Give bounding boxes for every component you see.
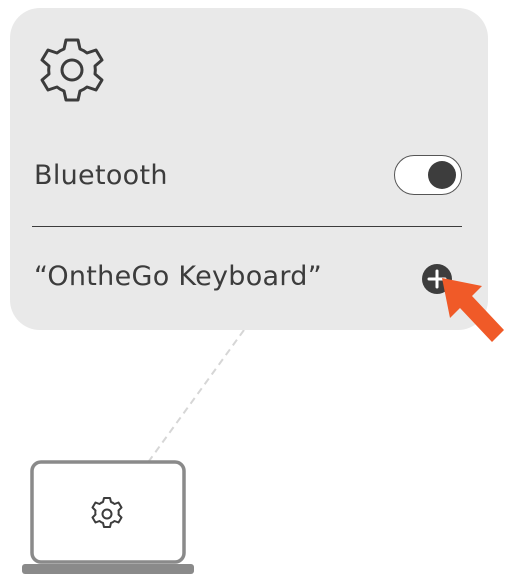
arrow-pointer-icon [438,272,508,352]
device-name-label: “OntheGo Keyboard” [34,261,323,292]
bluetooth-pairing-illustration: Bluetooth “OntheGo Keyboard” [0,0,508,576]
gear-icon [32,32,112,112]
toggle-knob [428,161,456,189]
laptop-icon [22,460,194,576]
settings-panel: Bluetooth “OntheGo Keyboard” [10,8,488,330]
bluetooth-toggle[interactable] [394,155,462,195]
divider [32,226,462,227]
bluetooth-label: Bluetooth [34,160,168,191]
